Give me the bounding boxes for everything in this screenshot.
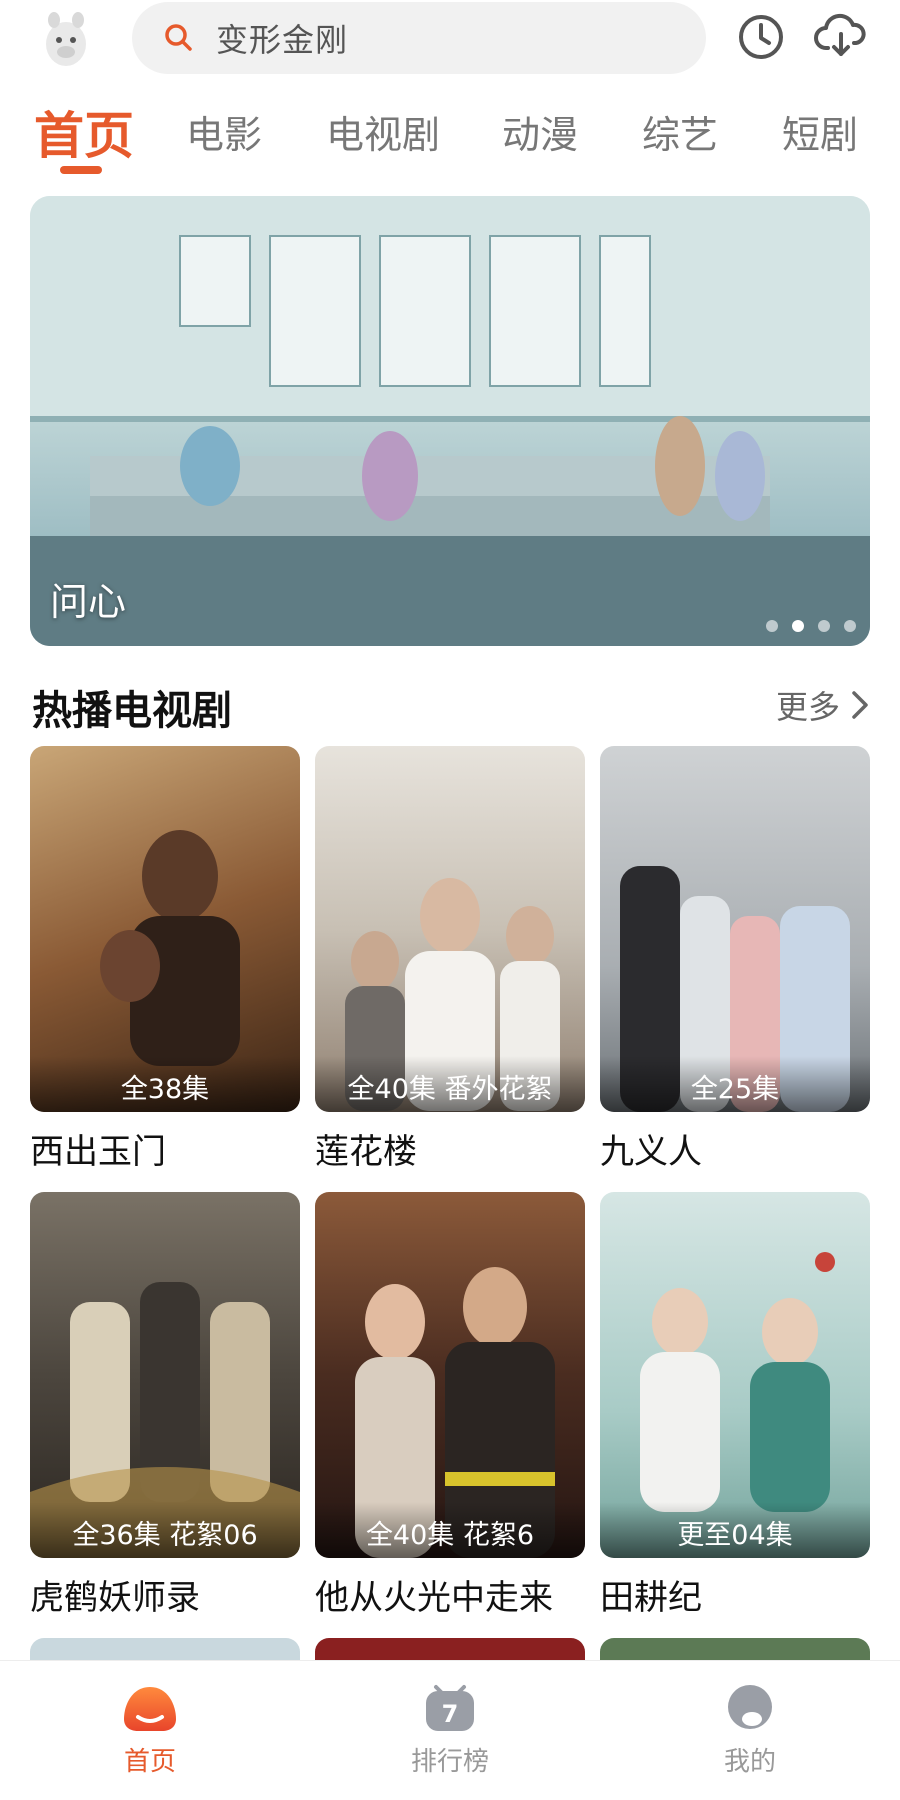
show-title[interactable]: 他从火光中走来 (315, 1570, 585, 1619)
carousel-dot[interactable] (844, 620, 856, 632)
svg-text:7: 7 (442, 1700, 459, 1728)
show-card[interactable]: 全40集 番外花絮 莲花楼 (315, 746, 585, 1173)
episode-badge: 全40集 花絮6 (315, 1502, 585, 1558)
cloud-download-icon[interactable] (814, 10, 868, 64)
show-poster[interactable]: 更至04集 (600, 1192, 870, 1558)
more-label: 更多 (775, 688, 840, 726)
show-card[interactable]: 更至04集 田耕纪 (600, 1192, 870, 1619)
nav-profile[interactable]: 我的 (690, 1683, 810, 1778)
category-tabs: 首页 电影 电视剧 动漫 综艺 短剧 (0, 96, 900, 176)
episode-badge: 全25集 (600, 1056, 870, 1112)
nav-home-label: 首页 (123, 1747, 176, 1777)
tab-tv-series[interactable]: 电视剧 (326, 104, 440, 159)
show-title[interactable]: 莲花楼 (315, 1124, 585, 1173)
search-icon (165, 24, 192, 51)
show-title[interactable]: 田耕纪 (600, 1570, 870, 1619)
episode-badge: 全40集 番外花絮 (315, 1056, 585, 1112)
show-title[interactable]: 西出玉门 (30, 1124, 300, 1173)
section-title: 热播电视剧 (32, 688, 232, 734)
search-placeholder: 变形金刚 (216, 21, 349, 59)
ranking-icon: 7 (426, 1685, 474, 1731)
nav-profile-label: 我的 (723, 1747, 776, 1777)
profile-icon (728, 1685, 772, 1729)
tab-short-drama[interactable]: 短剧 (782, 104, 858, 159)
bottom-navigation: 首页 7 排行榜 我的 (0, 1660, 900, 1800)
show-card[interactable]: 全38集 西出玉门 (30, 746, 300, 1173)
tab-movies[interactable]: 电影 (186, 104, 262, 159)
episode-badge: 更至04集 (600, 1502, 870, 1558)
banner-title: 问心 (50, 580, 127, 624)
show-poster[interactable]: 全36集 花絮06 (30, 1192, 300, 1558)
chevron-right-icon (852, 691, 868, 719)
featured-banner[interactable]: 问心 (30, 196, 870, 646)
nav-ranking-label: 排行榜 (410, 1747, 489, 1777)
show-title[interactable]: 九义人 (600, 1124, 870, 1173)
carousel-dot[interactable] (818, 620, 830, 632)
episode-badge: 全38集 (30, 1056, 300, 1112)
tab-variety[interactable]: 综艺 (642, 104, 718, 159)
episode-badge: 全36集 花絮06 (30, 1502, 300, 1558)
carousel-dot[interactable] (766, 620, 778, 632)
show-card[interactable]: 全25集 九义人 (600, 746, 870, 1173)
app-logo-icon[interactable] (36, 6, 96, 72)
tab-anime[interactable]: 动漫 (502, 104, 578, 159)
top-bar: 变形金刚 (0, 0, 900, 82)
nav-ranking[interactable]: 7 排行榜 (390, 1683, 510, 1778)
history-clock-icon[interactable] (734, 10, 788, 64)
home-icon (124, 1687, 176, 1731)
carousel-indicator (766, 620, 856, 632)
show-poster[interactable]: 全40集 番外花絮 (315, 746, 585, 1112)
active-tab-indicator (60, 166, 102, 174)
show-card[interactable]: 全36集 花絮06 虎鹤妖师录 (30, 1192, 300, 1619)
carousel-dot-active[interactable] (792, 620, 804, 632)
show-poster[interactable]: 全25集 (600, 746, 870, 1112)
more-link[interactable]: 更多 (776, 682, 870, 728)
show-title[interactable]: 虎鹤妖师录 (30, 1570, 300, 1619)
nav-home[interactable]: 首页 (90, 1683, 210, 1778)
show-poster[interactable]: 全40集 花絮6 (315, 1192, 585, 1558)
search-input[interactable]: 变形金刚 (132, 2, 706, 74)
show-poster[interactable]: 全38集 (30, 746, 300, 1112)
banner-artwork (30, 196, 870, 646)
show-card[interactable]: 全40集 花絮6 他从火光中走来 (315, 1192, 585, 1619)
tab-home[interactable]: 首页 (34, 96, 134, 168)
